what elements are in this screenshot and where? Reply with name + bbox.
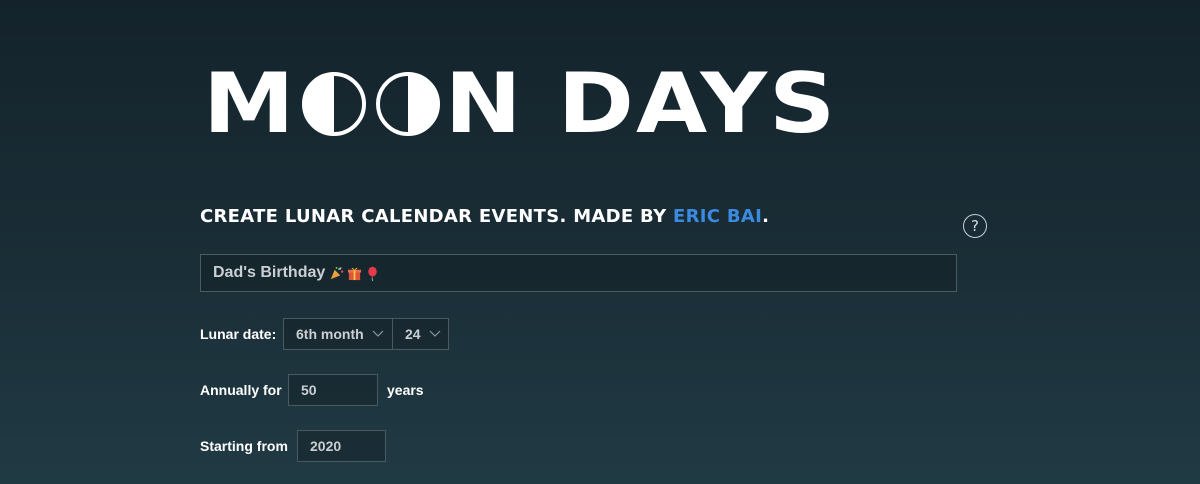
lunar-month-select[interactable]: 6th month [283,318,393,350]
years-value: 50 [301,382,317,398]
chevron-down-icon [372,330,384,337]
start-year-input[interactable]: 2020 [297,430,386,462]
gift-icon [348,267,362,280]
moon-left-half-icon [301,72,366,136]
event-name-input[interactable]: Dad's Birthday [200,254,957,292]
app-logo: M N DAYS [203,55,838,152]
logo-text-rest: N DAYS [444,55,838,152]
balloon-icon [368,266,377,281]
tagline-suffix: . [762,206,770,227]
years-suffix-label: years [387,382,424,398]
logo-letter-m: M [203,55,297,152]
starting-from-label: Starting from [200,438,288,454]
lunar-day-select[interactable]: 24 [392,318,449,350]
help-button[interactable]: ? [963,214,987,238]
tagline-text: CREATE LUNAR CALENDAR EVENTS. MADE BY [200,206,673,227]
lunar-date-label: Lunar date: [200,326,277,342]
annually-label: Annually for [200,382,282,398]
lunar-month-value: 6th month [296,326,364,342]
event-name-value: Dad's Birthday [213,264,326,281]
tagline: CREATE LUNAR CALENDAR EVENTS. MADE BY ER… [200,206,769,227]
years-input[interactable]: 50 [288,374,378,406]
party-popper-icon [331,266,344,279]
start-year-value: 2020 [310,438,342,454]
author-link[interactable]: ERIC BAI [673,206,762,227]
chevron-down-icon [429,330,441,337]
lunar-day-value: 24 [405,326,421,342]
moon-right-half-icon [375,72,440,136]
